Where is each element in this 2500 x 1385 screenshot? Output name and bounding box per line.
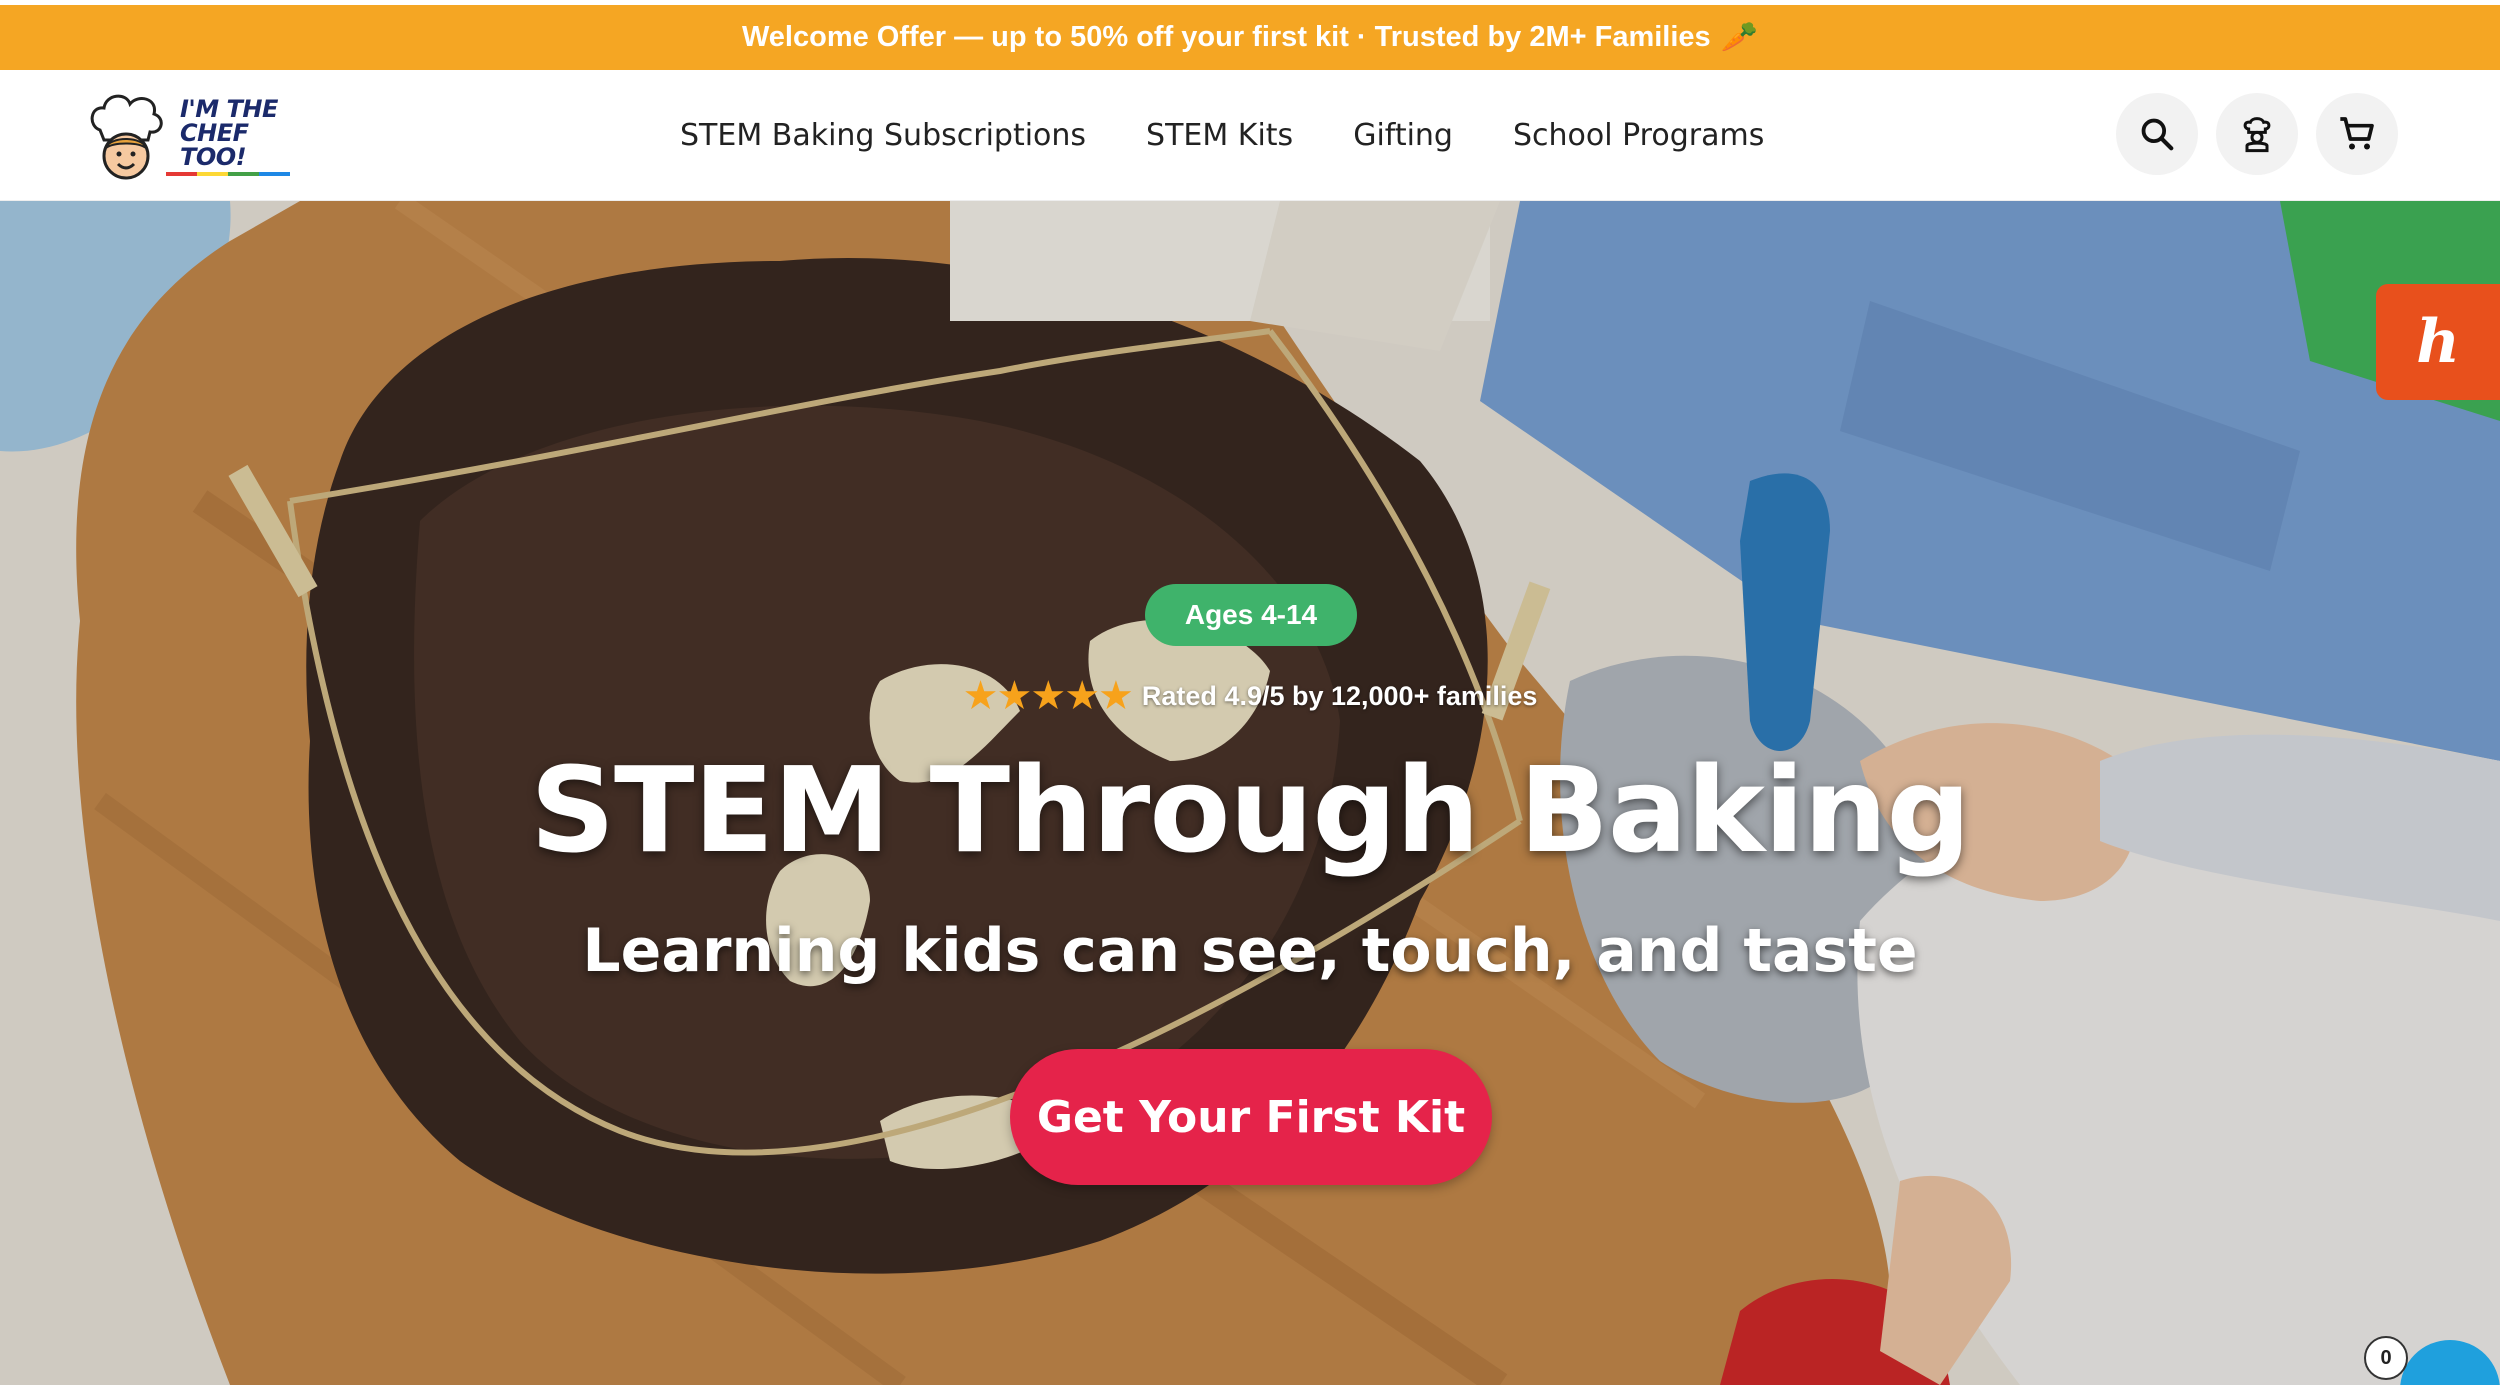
hero-section: Ages 4-14 ★★★★★ Rated 4.9/5 by 12,000+ fa… bbox=[0, 201, 2500, 1385]
logo-text-line2: CHEF TOO! bbox=[180, 118, 249, 171]
logo[interactable]: I'M THE CHEF TOO! bbox=[86, 88, 316, 184]
rating-text: Rated 4.9/5 by 12,000+ families bbox=[1141, 681, 1538, 711]
header-icons bbox=[2116, 93, 2398, 175]
rating-stars-icon: ★★★★★ bbox=[962, 674, 1134, 718]
nav-item-stem-baking-subscriptions[interactable]: STEM Baking Subscriptions bbox=[680, 118, 1086, 153]
chef-mascot-icon bbox=[86, 90, 166, 182]
site-header: I'M THE CHEF TOO! STEM Baking Subscripti… bbox=[0, 70, 2500, 201]
hero-title: STEM Through Baking bbox=[530, 741, 1971, 879]
main-nav: STEM Baking Subscriptions STEM Kits Gift… bbox=[680, 70, 1824, 201]
nav-item-school-programs[interactable]: School Programs bbox=[1513, 118, 1764, 153]
nav-item-gifting[interactable]: Gifting bbox=[1353, 118, 1453, 153]
logo-color-stripe bbox=[166, 171, 290, 176]
account-button[interactable] bbox=[2216, 93, 2298, 175]
logo-text-line1: I'M THE bbox=[180, 94, 278, 123]
announcement-text: Welcome Offer — up to 50% off your first… bbox=[741, 21, 1711, 53]
rating-line: ★★★★★ Rated 4.9/5 by 12,000+ families bbox=[0, 673, 2500, 719]
get-first-kit-button[interactable]: Get Your First Kit bbox=[1010, 1049, 1492, 1185]
cart-count-badge: 0 bbox=[2364, 1336, 2408, 1380]
account-icon bbox=[2243, 117, 2271, 153]
carrot-icon: 🥕 bbox=[1720, 21, 1759, 54]
search-button[interactable] bbox=[2116, 93, 2198, 175]
cart-icon bbox=[2340, 117, 2374, 150]
search-icon bbox=[2141, 118, 2174, 151]
honey-extension-button[interactable]: h bbox=[2376, 284, 2500, 400]
cart-button[interactable] bbox=[2316, 93, 2398, 175]
hero-subtitle: Learning kids can see, touch, and taste bbox=[582, 916, 1918, 986]
honey-icon: h bbox=[2416, 307, 2460, 377]
nav-item-stem-kits[interactable]: STEM Kits bbox=[1146, 118, 1293, 153]
ages-badge: Ages 4-14 bbox=[1145, 584, 1357, 646]
announcement-bar: Welcome Offer — up to 50% off your first… bbox=[0, 5, 2500, 70]
